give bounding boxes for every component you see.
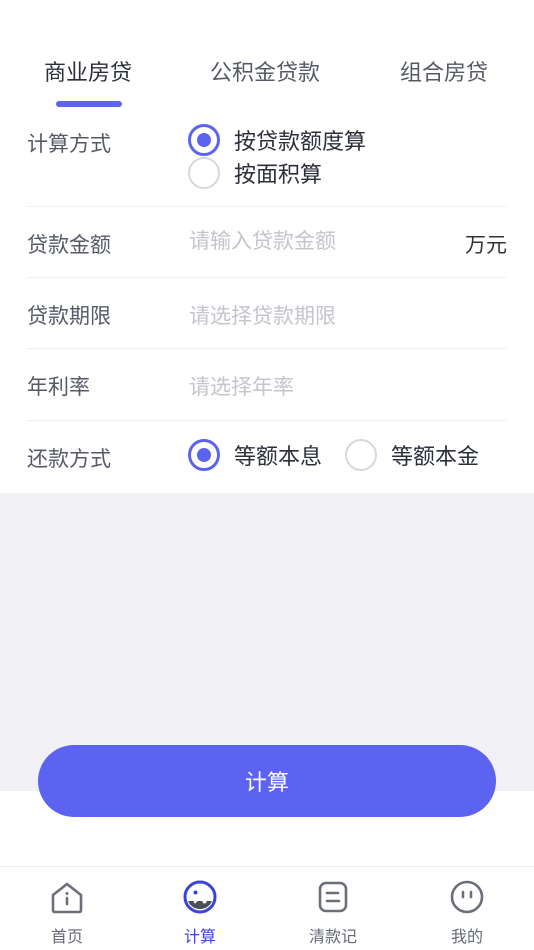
radio-unchecked-icon[interactable] <box>188 157 220 189</box>
loan-amount-unit: 万元 <box>465 233 507 257</box>
repay-method-label: 还款方式 <box>27 447 111 471</box>
tabbar-item-profile[interactable]: 我的 <box>422 879 512 947</box>
loan-term-select[interactable]: 请选择贷款期限 <box>189 300 419 330</box>
calc-method-row: 计算方式 按贷款额度算 按面积算 <box>27 110 507 207</box>
repay-method-option-equal-principal[interactable]: 等额本金 <box>345 439 479 471</box>
home-icon <box>51 882 83 914</box>
profile-icon <box>450 880 484 914</box>
tabbar-item-calculate[interactable]: 计算 <box>155 879 245 947</box>
radio-unchecked-icon[interactable] <box>345 439 377 471</box>
calc-method-option-by-area[interactable]: 按面积算 <box>188 157 322 189</box>
calculate-button[interactable]: 计算 <box>38 745 496 817</box>
tabbar-item-records[interactable]: 清款记 <box>288 879 378 947</box>
radio-checked-icon[interactable] <box>188 124 220 156</box>
radio-checked-icon[interactable] <box>188 439 220 471</box>
loan-term-row[interactable]: 贷款期限 请选择贷款期限 <box>27 278 507 349</box>
loan-amount-label: 贷款金额 <box>27 233 111 257</box>
repay-method-option-label: 等额本息 <box>234 445 323 470</box>
loan-term-label: 贷款期限 <box>27 304 111 328</box>
tab-provident-fund-loan[interactable]: 公积金贷款 <box>210 55 320 87</box>
calc-method-label: 计算方式 <box>27 132 111 156</box>
calc-method-option-by-amount[interactable]: 按贷款额度算 <box>188 124 366 156</box>
repay-method-row: 还款方式 等额本息 等额本金 <box>27 421 507 493</box>
annual-rate-row[interactable]: 年利率 请选择年率 <box>27 349 507 421</box>
loan-amount-row: 贷款金额 万元 <box>27 207 507 278</box>
tabbar-item-home[interactable]: 首页 <box>22 879 112 947</box>
active-tab-indicator <box>56 101 122 107</box>
repay-method-option-label: 等额本金 <box>391 445 480 470</box>
calculator-icon <box>183 880 217 914</box>
calc-method-option-label: 按面积算 <box>234 163 323 188</box>
repay-method-option-equal-installment[interactable]: 等额本息 <box>188 439 322 471</box>
bottom-tab-bar: 首页 计算 清款记 我的 <box>0 866 534 950</box>
loan-amount-input[interactable] <box>189 225 419 257</box>
calc-method-option-label: 按贷款额度算 <box>234 130 367 155</box>
tabbar-label: 计算 <box>183 927 216 946</box>
tabbar-label: 首页 <box>50 927 83 946</box>
annual-rate-select[interactable]: 请选择年率 <box>189 371 419 401</box>
tab-commercial-loan[interactable]: 商业房贷 <box>44 55 132 87</box>
tab-combined-loan[interactable]: 组合房贷 <box>400 55 488 87</box>
records-icon <box>318 881 348 913</box>
tabbar-label: 清款记 <box>308 927 357 946</box>
tabbar-label: 我的 <box>450 927 483 946</box>
loan-type-tabs: 商业房贷 公积金贷款 组合房贷 <box>0 0 534 110</box>
annual-rate-label: 年利率 <box>27 375 90 399</box>
